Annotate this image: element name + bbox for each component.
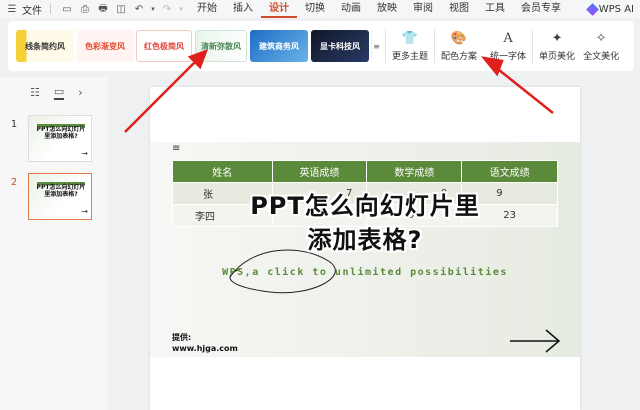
design-ribbon: 线条简约风 色彩渐变风 红色极简风 清新弥散风 建筑商务风 显卡科技风 ≡ 👕 …: [8, 21, 634, 71]
wps-ai-label: WPS AI: [598, 3, 634, 15]
slide-canvas[interactable]: ≡ 姓名 英语成绩 数学成绩 语文成绩 张 7 0 9 李四 79 91 23 …: [150, 87, 580, 410]
arrow-right-icon: →: [81, 149, 88, 158]
divider: [50, 4, 51, 14]
single-page-beautify-label: 单页美化: [539, 52, 576, 62]
theme-architecture-business[interactable]: 建筑商务风: [250, 30, 308, 62]
full-beautify-button[interactable]: ✧ 全文美化: [583, 30, 620, 63]
full-beautify-label: 全文美化: [583, 52, 620, 62]
undo-icon[interactable]: ↶: [131, 2, 147, 16]
tab-animations[interactable]: 动画: [333, 0, 369, 18]
theme-red-minimal[interactable]: 红色极简风: [136, 30, 192, 62]
wps-ai-button[interactable]: WPS AI: [585, 2, 634, 16]
thumbnail-title: PPT怎么向幻灯片里添加表格?: [36, 126, 86, 140]
theme-label: 显卡科技风: [320, 41, 360, 51]
table-menu-icon[interactable]: ≡: [172, 143, 180, 154]
tab-transitions[interactable]: 切换: [297, 0, 333, 18]
unify-font-label: 统一字体: [490, 52, 527, 62]
slide-number: 2: [10, 177, 18, 188]
preview-icon[interactable]: ◫: [113, 2, 129, 16]
collapse-panel-icon[interactable]: ›: [78, 86, 82, 99]
beautify-all-icon: ✧: [595, 30, 607, 46]
theme-gallery-expand-icon[interactable]: ≡: [371, 30, 381, 62]
theme-gradient[interactable]: 色彩渐变风: [77, 30, 133, 62]
file-menu[interactable]: 文件: [22, 2, 42, 17]
table-header-cell[interactable]: 英语成绩: [271, 160, 368, 183]
divider: [434, 29, 436, 63]
menu-bar: ☰ 文件 ▭ ⎙ 🖶 ◫ ↶ ▾ ↷ ▾ 开始 插入 设计 切换 动画 放映 审…: [0, 0, 640, 18]
theme-gallery: 线条简约风 色彩渐变风 红色极简风 清新弥散风 建筑商务风 显卡科技风: [8, 30, 369, 62]
slide-tagline[interactable]: WPS,a click to unlimited possibilities: [205, 267, 525, 278]
arrow-right-icon: [510, 329, 561, 353]
table-header-cell[interactable]: 语文成绩: [461, 160, 558, 183]
table-header-cell[interactable]: 姓名: [172, 160, 273, 183]
beautify-icon: ✦: [551, 30, 563, 46]
provider-block[interactable]: 提供: www.hjga.com: [172, 332, 238, 354]
wps-ai-icon: [585, 2, 599, 16]
slide-thumbnail[interactable]: PPT怎么向幻灯片里添加表格? →: [28, 115, 92, 162]
slide-title-line: PPT怎么向幻灯片里: [250, 192, 480, 220]
color-scheme-label: 配色方案: [441, 52, 478, 62]
theme-label: 建筑商务风: [259, 41, 299, 51]
theme-line-minimal[interactable]: 线条简约风: [16, 30, 74, 62]
slide-thumbnail-row[interactable]: 1 PPT怎么向幻灯片里添加表格? →: [0, 115, 92, 162]
redo-icon[interactable]: ↷: [159, 2, 175, 16]
undo-dropdown-icon[interactable]: ▾: [149, 2, 157, 16]
divider: [385, 29, 386, 63]
palette-icon: 🎨: [450, 30, 468, 46]
redo-dropdown-icon[interactable]: ▾: [177, 2, 185, 16]
more-themes-label: 更多主题: [392, 52, 429, 62]
slide-title[interactable]: PPT怎么向幻灯片里 添加表格?: [205, 189, 525, 257]
single-page-beautify-button[interactable]: ✦ 单页美化: [539, 30, 576, 63]
slide-thumbnail-current[interactable]: PPT怎么向幻灯片里添加表格? →: [28, 173, 92, 220]
tab-member[interactable]: 会员专享: [513, 0, 569, 18]
slide-title-line: 添加表格?: [307, 226, 423, 254]
theme-label: 线条简约风: [25, 41, 65, 51]
outline-view-icon[interactable]: ☷: [30, 86, 40, 99]
provider-site: www.hjga.com: [172, 344, 238, 353]
theme-fresh-diffuse[interactable]: 清新弥散风: [195, 30, 247, 62]
theme-gpu-tech[interactable]: 显卡科技风: [311, 30, 369, 62]
thumbnail-title: PPT怎么向幻灯片里添加表格?: [36, 184, 86, 198]
divider: [532, 29, 534, 63]
ribbon-tabs: 开始 插入 设计 切换 动画 放映 审阅 视图 工具 会员专享: [189, 0, 569, 18]
save-icon[interactable]: ▭: [59, 2, 75, 16]
table-header-cell[interactable]: 数学成绩: [366, 160, 463, 183]
slide-number: 1: [10, 119, 18, 130]
provider-label: 提供:: [172, 333, 192, 342]
tab-design[interactable]: 设计: [261, 0, 297, 18]
export-icon[interactable]: ⎙: [77, 2, 93, 16]
theme-label: 清新弥散风: [201, 41, 241, 51]
theme-label: 红色极简风: [144, 41, 184, 51]
tab-review[interactable]: 审阅: [405, 0, 441, 18]
slide-thumbnail-row-current[interactable]: 2 PPT怎么向幻灯片里添加表格? →: [0, 173, 92, 220]
more-themes-button[interactable]: 👕 更多主题: [392, 30, 429, 63]
shirt-icon: 👕: [401, 30, 419, 46]
tab-slideshow[interactable]: 放映: [369, 0, 405, 18]
thumbnail-view-icon[interactable]: ▭: [53, 85, 65, 100]
color-scheme-button[interactable]: 🎨 配色方案: [441, 30, 478, 63]
slides-panel: ☷ ▭ › 1 PPT怎么向幻灯片里添加表格? → 2 PPT怎么向幻灯片里添加…: [0, 77, 108, 410]
arrow-right-icon: →: [81, 207, 88, 216]
divider: [483, 29, 484, 63]
theme-label: 色彩渐变风: [85, 41, 125, 51]
tab-insert[interactable]: 插入: [225, 0, 261, 18]
table-header-row: 姓名 英语成绩 数学成绩 语文成绩: [172, 160, 558, 183]
hamburger-menu-icon[interactable]: ☰: [4, 2, 20, 16]
tab-view[interactable]: 视图: [441, 0, 477, 18]
tab-tools[interactable]: 工具: [477, 0, 513, 18]
tab-home[interactable]: 开始: [189, 0, 225, 18]
print-icon[interactable]: 🖶: [95, 2, 111, 16]
unify-font-button[interactable]: A 统一字体: [490, 30, 527, 63]
font-icon: A: [503, 30, 513, 46]
